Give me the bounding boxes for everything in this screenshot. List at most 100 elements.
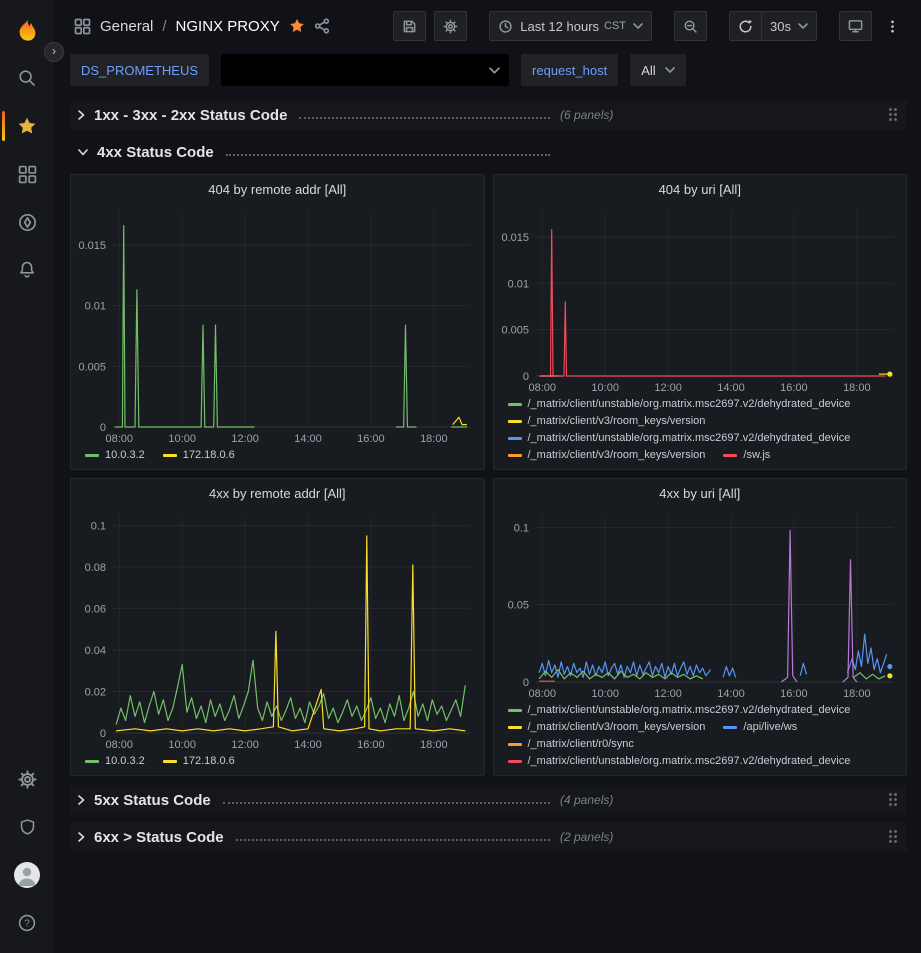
panel-chart[interactable]: 08:0010:0012:0014:0016:0018:0000.0050.01…: [494, 203, 907, 396]
sidebar-item-profile[interactable]: [0, 851, 54, 899]
svg-text:16:00: 16:00: [357, 433, 385, 445]
clock-icon: [498, 19, 513, 34]
legend-series-color: [163, 760, 177, 763]
sidebar-item-search[interactable]: [0, 54, 54, 102]
tv-mode-button[interactable]: [839, 11, 872, 41]
row-panel-count: (2 panels): [560, 830, 613, 844]
legend-item[interactable]: /_matrix/client/r0/sync: [508, 738, 634, 750]
legend-item[interactable]: /_matrix/client/v3/room_keys/version: [508, 449, 706, 461]
row-leader-dots: [299, 117, 550, 119]
row-drag-handle[interactable]: [889, 793, 899, 808]
svg-text:0.1: 0.1: [513, 522, 528, 534]
panel-title[interactable]: 4xx by remote addr [All]: [71, 479, 484, 507]
zoom-out-icon: [683, 19, 698, 34]
save-icon: [402, 19, 417, 34]
legend-item[interactable]: 10.0.3.2: [85, 449, 145, 461]
panel-chart[interactable]: 08:0010:0012:0014:0016:0018:0000.050.1: [494, 507, 907, 702]
star-icon: [17, 116, 37, 136]
svg-text:12:00: 12:00: [654, 688, 682, 700]
svg-text:12:00: 12:00: [231, 739, 259, 751]
legend-series-label: /_matrix/client/r0/sync: [528, 738, 634, 750]
svg-text:0.01: 0.01: [85, 301, 106, 313]
sidebar-item-starred[interactable]: [0, 102, 54, 150]
svg-text:0: 0: [100, 422, 106, 434]
request-host-variable-label[interactable]: request_host: [521, 54, 618, 86]
legend-item[interactable]: /_matrix/client/unstable/org.matrix.msc2…: [508, 398, 851, 410]
refresh-icon: [738, 19, 753, 34]
sidebar-item-dashboards[interactable]: [0, 150, 54, 198]
legend-item[interactable]: 172.18.0.6: [163, 449, 235, 461]
legend-series-label: /_matrix/client/unstable/org.matrix.msc2…: [528, 398, 851, 410]
row-header-4xx[interactable]: 4xx Status Code: [70, 137, 907, 167]
apps-grid-icon[interactable]: [74, 18, 91, 35]
sidebar-item-server-admin[interactable]: [0, 803, 54, 851]
datasource-value-dropdown[interactable]: [221, 54, 509, 86]
grafana-flame-icon: [14, 17, 41, 44]
svg-text:16:00: 16:00: [780, 688, 808, 700]
chevron-down-icon: [489, 67, 500, 74]
share-icon[interactable]: [314, 18, 330, 34]
datasource-variable-label[interactable]: DS_PROMETHEUS: [70, 54, 209, 86]
panel-title[interactable]: 404 by uri [All]: [494, 175, 907, 203]
row-header-5xx[interactable]: 5xx Status Code (4 panels): [70, 785, 907, 815]
monitor-icon: [848, 19, 863, 34]
legend-item[interactable]: /_matrix/client/v3/room_keys/version: [508, 721, 706, 733]
sidebar-item-help[interactable]: ?: [0, 899, 54, 947]
legend-series-label: /_matrix/client/unstable/org.matrix.msc2…: [528, 755, 851, 767]
row-header-6xx[interactable]: 6xx > Status Code (2 panels): [70, 822, 907, 852]
sidebar-item-configuration[interactable]: [0, 755, 54, 803]
svg-text:16:00: 16:00: [780, 382, 808, 394]
sidebar-item-explore[interactable]: [0, 198, 54, 246]
legend-series-label: /sw.js: [743, 449, 770, 461]
chevron-right-icon: [78, 795, 85, 805]
legend-item[interactable]: 172.18.0.6: [163, 755, 235, 767]
panel-chart[interactable]: 08:0010:0012:0014:0016:0018:0000.0050.01…: [71, 203, 484, 447]
dashboard-settings-button[interactable]: [434, 11, 467, 41]
zoom-out-button[interactable]: [674, 11, 707, 41]
sidebar: ?: [0, 0, 54, 953]
svg-text:18:00: 18:00: [420, 739, 448, 751]
gear-icon: [18, 770, 37, 789]
legend-item[interactable]: /_matrix/client/unstable/org.matrix.msc2…: [508, 704, 851, 716]
time-range-picker[interactable]: Last 12 hours CST: [489, 11, 652, 41]
page-title[interactable]: NGINX PROXY: [176, 18, 280, 35]
favorite-star-icon[interactable]: [289, 18, 305, 34]
sidebar-item-alerting[interactable]: [0, 246, 54, 294]
legend-item[interactable]: /_matrix/client/unstable/org.matrix.msc2…: [508, 755, 851, 767]
breadcrumb-folder[interactable]: General: [100, 18, 153, 35]
request-host-value-dropdown[interactable]: All: [630, 54, 685, 86]
row-drag-handle[interactable]: [889, 830, 899, 845]
legend-item[interactable]: /api/live/ws: [723, 721, 797, 733]
legend-item[interactable]: /sw.js: [723, 449, 770, 461]
panel-chart[interactable]: 08:0010:0012:0014:0016:0018:0000.020.040…: [71, 507, 484, 753]
legend-item[interactable]: 10.0.3.2: [85, 755, 145, 767]
request-host-value: All: [641, 63, 655, 78]
more-menu-button[interactable]: [880, 11, 905, 41]
svg-text:0.05: 0.05: [507, 600, 528, 612]
legend-item[interactable]: /_matrix/client/v3/room_keys/version: [508, 415, 706, 427]
panel-title[interactable]: 404 by remote addr [All]: [71, 175, 484, 203]
svg-text:0: 0: [100, 728, 106, 740]
legend-series-label: /api/live/ws: [743, 721, 797, 733]
svg-text:14:00: 14:00: [294, 739, 322, 751]
row-drag-handle[interactable]: [889, 108, 899, 123]
svg-text:0.04: 0.04: [85, 645, 106, 657]
legend-item[interactable]: /_matrix/client/unstable/org.matrix.msc2…: [508, 432, 851, 444]
svg-text:0.015: 0.015: [501, 232, 529, 244]
refresh-button[interactable]: [729, 11, 762, 41]
legend-series-label: /_matrix/client/v3/room_keys/version: [528, 449, 706, 461]
search-icon: [17, 68, 37, 88]
svg-text:12:00: 12:00: [231, 433, 259, 445]
legend-series-color: [508, 760, 522, 763]
refresh-interval-dropdown[interactable]: 30s: [762, 11, 817, 41]
compass-icon: [17, 212, 38, 233]
save-dashboard-button[interactable]: [393, 11, 426, 41]
legend-series-label: 10.0.3.2: [105, 755, 145, 767]
row-header-1xx-3xx-2xx[interactable]: 1xx - 3xx - 2xx Status Code (6 panels): [70, 100, 907, 130]
refresh-picker: 30s: [729, 11, 817, 41]
breadcrumb: General / NGINX PROXY: [74, 18, 330, 35]
sidebar-expand-button[interactable]: ›: [44, 42, 64, 62]
panel-title[interactable]: 4xx by uri [All]: [494, 479, 907, 507]
svg-text:0.015: 0.015: [78, 240, 106, 252]
legend-series-color: [723, 726, 737, 729]
